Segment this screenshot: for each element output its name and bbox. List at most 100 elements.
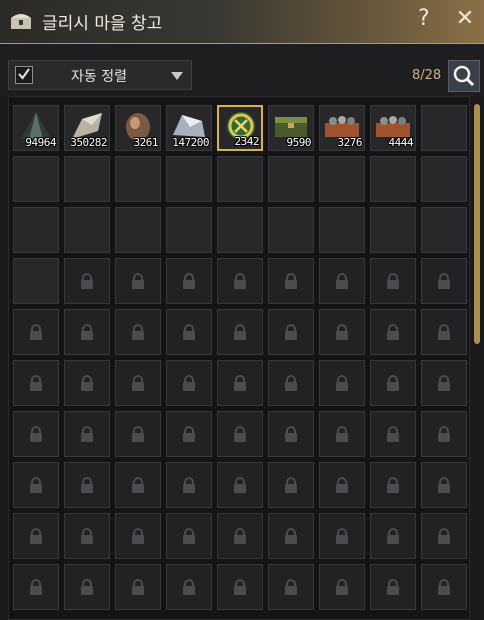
lock-icon	[234, 426, 246, 442]
lock-icon	[81, 324, 93, 340]
inventory-slot-locked	[166, 564, 212, 610]
lock-icon	[438, 273, 450, 289]
lock-icon	[234, 528, 246, 544]
inventory-slot-item[interactable]: 94964	[13, 105, 59, 151]
inventory-slot-item[interactable]: 2342	[217, 105, 263, 151]
inventory-slot-locked	[421, 462, 467, 508]
help-button[interactable]: ?	[418, 6, 430, 31]
item-quantity: 3276	[337, 136, 363, 149]
inventory-slot-locked	[268, 258, 314, 304]
lock-icon	[285, 477, 297, 493]
lock-icon	[336, 324, 348, 340]
inventory-slot-empty[interactable]	[268, 156, 314, 202]
lock-icon	[132, 477, 144, 493]
scrollbar-thumb[interactable]	[474, 104, 480, 344]
inventory-panel: 94964 350282 3261 147200 2342 9590 3276 4444	[8, 96, 470, 620]
item-quantity: 350282	[70, 136, 107, 149]
inventory-slot-locked	[115, 258, 161, 304]
lock-icon	[30, 477, 42, 493]
inventory-slot-locked	[268, 360, 314, 406]
inventory-grid: 94964 350282 3261 147200 2342 9590 3276 4444	[13, 105, 467, 610]
lock-icon	[285, 579, 297, 595]
inventory-slot-locked	[319, 411, 365, 457]
lock-icon	[336, 477, 348, 493]
item-quantity: 4444	[388, 136, 414, 149]
inventory-slot-item[interactable]: 9590	[268, 105, 314, 151]
auto-sort-checkbox[interactable]	[15, 66, 33, 84]
lock-icon	[132, 528, 144, 544]
inventory-slot-locked	[370, 360, 416, 406]
lock-icon	[183, 324, 195, 340]
inventory-slot-locked	[319, 360, 365, 406]
lock-icon	[387, 324, 399, 340]
inventory-slot-locked	[166, 462, 212, 508]
lock-icon	[438, 477, 450, 493]
lock-icon	[81, 426, 93, 442]
inventory-slot-locked	[319, 258, 365, 304]
lock-icon	[387, 426, 399, 442]
lock-icon	[132, 375, 144, 391]
inventory-slot-locked	[13, 309, 59, 355]
inventory-slot-item[interactable]: 3261	[115, 105, 161, 151]
inventory-slot-locked	[217, 258, 263, 304]
inventory-slot-locked	[64, 513, 110, 559]
inventory-slot-locked	[166, 411, 212, 457]
lock-icon	[336, 528, 348, 544]
inventory-slot-empty[interactable]	[319, 156, 365, 202]
inventory-slot-item[interactable]: 147200	[166, 105, 212, 151]
inventory-slot-empty[interactable]	[268, 207, 314, 253]
lock-icon	[183, 528, 195, 544]
checkmark-icon	[18, 68, 30, 80]
inventory-slot-empty[interactable]	[13, 258, 59, 304]
close-button[interactable]: ✕	[452, 6, 478, 36]
inventory-slot-empty[interactable]	[64, 156, 110, 202]
lock-icon	[336, 375, 348, 391]
inventory-slot-locked	[166, 360, 212, 406]
item-quantity: 94964	[25, 136, 56, 149]
lock-icon	[183, 579, 195, 595]
inventory-slot-empty[interactable]	[217, 156, 263, 202]
inventory-slot-locked	[268, 513, 314, 559]
inventory-slot-locked	[166, 513, 212, 559]
lock-icon	[387, 375, 399, 391]
inventory-slot-empty[interactable]	[115, 156, 161, 202]
inventory-slot-locked	[421, 564, 467, 610]
inventory-slot-empty[interactable]	[421, 156, 467, 202]
auto-sort-dropdown[interactable]: 자동 정렬	[8, 60, 192, 90]
inventory-slot-empty[interactable]	[370, 156, 416, 202]
inventory-slot-locked	[217, 564, 263, 610]
inventory-slot-empty[interactable]	[370, 207, 416, 253]
inventory-slot-locked	[13, 411, 59, 457]
inventory-slot-empty[interactable]	[115, 207, 161, 253]
inventory-slot-empty[interactable]	[421, 207, 467, 253]
inventory-slot-empty[interactable]	[64, 207, 110, 253]
lock-icon	[438, 579, 450, 595]
inventory-slot-locked	[13, 564, 59, 610]
inventory-slot-item[interactable]: 3276	[319, 105, 365, 151]
inventory-slot-locked	[370, 258, 416, 304]
inventory-slot-empty[interactable]	[319, 207, 365, 253]
inventory-slot-empty[interactable]	[421, 105, 467, 151]
inventory-slot-locked	[217, 462, 263, 508]
inventory-slot-locked	[268, 564, 314, 610]
inventory-slot-locked	[370, 309, 416, 355]
inventory-slot-empty[interactable]	[217, 207, 263, 253]
inventory-slot-item[interactable]: 4444	[370, 105, 416, 151]
lock-icon	[438, 528, 450, 544]
lock-icon	[81, 375, 93, 391]
lock-icon	[285, 273, 297, 289]
inventory-slot-locked	[370, 564, 416, 610]
inventory-slot-locked	[319, 513, 365, 559]
inventory-slot-empty[interactable]	[166, 156, 212, 202]
inventory-slot-locked	[268, 411, 314, 457]
inventory-slot-empty[interactable]	[13, 207, 59, 253]
search-button[interactable]	[448, 60, 480, 92]
item-quantity: 3261	[133, 136, 159, 149]
inventory-slot-item[interactable]: 350282	[64, 105, 110, 151]
lock-icon	[30, 324, 42, 340]
inventory-slot-locked	[115, 513, 161, 559]
inventory-slot-empty[interactable]	[166, 207, 212, 253]
inventory-slot-empty[interactable]	[13, 156, 59, 202]
lock-icon	[336, 426, 348, 442]
lock-icon	[438, 375, 450, 391]
